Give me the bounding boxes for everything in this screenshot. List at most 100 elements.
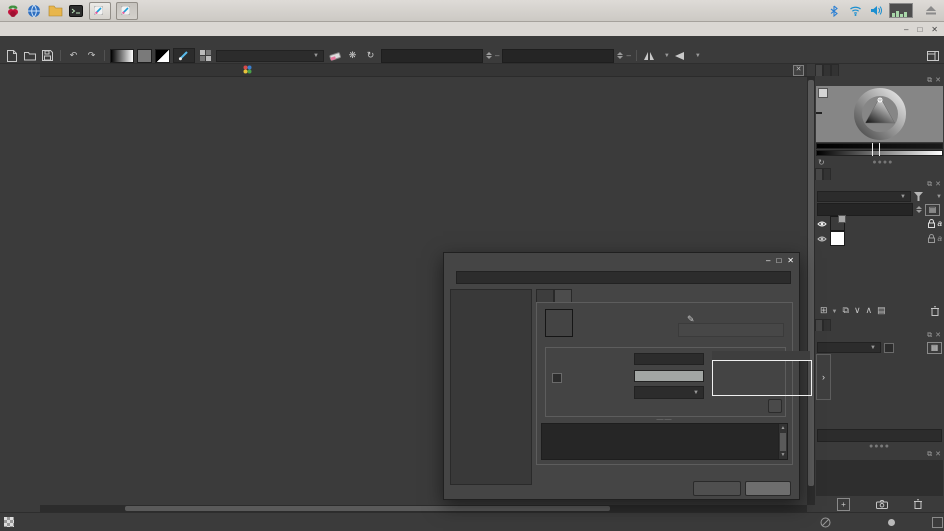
val-input[interactable] bbox=[634, 370, 704, 382]
layer-opacity-spinner[interactable] bbox=[916, 206, 922, 213]
display-mode-icon[interactable]: ▦ bbox=[927, 342, 942, 354]
taskbar-window-dialog[interactable] bbox=[116, 2, 138, 20]
type-simplex-noise[interactable] bbox=[451, 334, 531, 345]
maximize-button[interactable]: □ bbox=[917, 25, 922, 34]
dialog-minimize-button[interactable]: – bbox=[766, 256, 770, 265]
vertical-scrollbar-thumb[interactable] bbox=[808, 80, 814, 486]
shade-slider-handle[interactable] bbox=[816, 112, 822, 114]
redo-button[interactable]: ↷ bbox=[84, 49, 99, 62]
color-selector-widget[interactable] bbox=[816, 86, 943, 142]
cpu-monitor[interactable] bbox=[889, 3, 913, 18]
script-scrollbar-thumb[interactable] bbox=[780, 433, 786, 451]
type-pattern[interactable] bbox=[451, 301, 531, 312]
type-screentone[interactable] bbox=[451, 312, 531, 323]
float-docker-icon[interactable]: ⧉ bbox=[927, 331, 932, 341]
cancel-button[interactable] bbox=[693, 481, 741, 496]
blend-mode-select[interactable]: ▼ bbox=[216, 50, 324, 62]
script-editor[interactable]: ▲ ▼ bbox=[541, 423, 788, 460]
undo-button[interactable]: ↶ bbox=[66, 49, 81, 62]
refresh-icon[interactable]: ↻ bbox=[818, 158, 825, 167]
gradient-marker-strip[interactable] bbox=[712, 351, 810, 360]
notifications-icon[interactable] bbox=[820, 517, 831, 528]
close-docker-icon[interactable]: ✕ bbox=[935, 180, 941, 190]
size-spinner[interactable] bbox=[617, 52, 623, 59]
gradient-chooser[interactable] bbox=[110, 49, 134, 63]
eraser-mode-button[interactable] bbox=[327, 49, 342, 62]
tab-channels[interactable] bbox=[823, 168, 831, 180]
create-snapshot-button[interactable]: + bbox=[837, 498, 850, 511]
opacity-slider[interactable] bbox=[381, 49, 483, 63]
tab-tool-options[interactable] bbox=[823, 64, 831, 76]
variable-checkbox[interactable] bbox=[552, 373, 562, 383]
gradient-editor-bar[interactable] bbox=[712, 360, 812, 396]
brush-search-input[interactable] bbox=[817, 429, 942, 442]
horizontal-scrollbar[interactable] bbox=[40, 505, 807, 512]
visibility-eye-icon[interactable] bbox=[817, 220, 827, 228]
slider-handle[interactable] bbox=[872, 143, 880, 156]
file-manager-icon[interactable] bbox=[47, 3, 63, 19]
horizontal-scrollbar-thumb[interactable] bbox=[125, 506, 610, 511]
minimize-button[interactable]: – bbox=[904, 25, 908, 34]
tab-options[interactable] bbox=[554, 289, 572, 302]
visibility-eye-icon[interactable] bbox=[817, 235, 827, 243]
tag-checkbox[interactable] bbox=[884, 343, 894, 353]
brush-tag-filter-select[interactable]: ▼ bbox=[817, 342, 881, 353]
bluetooth-icon[interactable] bbox=[826, 3, 842, 19]
chevron-down-icon[interactable]: ▼ bbox=[660, 53, 670, 59]
tab-layers[interactable] bbox=[815, 168, 823, 180]
add-variable-button[interactable] bbox=[768, 399, 782, 413]
fg-bg-color-chooser[interactable] bbox=[155, 49, 170, 63]
brush-presets-button[interactable] bbox=[198, 49, 213, 62]
size-decrement[interactable]: – bbox=[626, 51, 630, 60]
tab-script[interactable] bbox=[536, 289, 554, 302]
delete-snapshot-trash-icon[interactable] bbox=[914, 499, 922, 509]
mirror-vertical-button[interactable] bbox=[673, 49, 688, 62]
web-browser-icon[interactable] bbox=[26, 3, 42, 19]
filter-funnel-icon[interactable] bbox=[914, 192, 923, 201]
raspberry-menu-icon[interactable] bbox=[5, 3, 21, 19]
workspace-chooser-button[interactable] bbox=[925, 49, 940, 62]
color-history-button[interactable] bbox=[818, 88, 828, 98]
duplicate-layer-button[interactable]: ⧉ bbox=[843, 305, 849, 316]
tab-overview[interactable] bbox=[831, 64, 839, 76]
gear-icon[interactable]: ❋ bbox=[345, 49, 360, 62]
lock-icon[interactable] bbox=[928, 234, 935, 243]
move-layer-up-button[interactable]: ∧ bbox=[866, 305, 873, 316]
splitter-handle[interactable]: ●●●● bbox=[815, 443, 944, 450]
alpha-lock-icon[interactable]: a bbox=[938, 219, 942, 228]
close-docker-icon[interactable]: ✕ bbox=[935, 76, 941, 86]
float-docker-icon[interactable]: ⧉ bbox=[927, 76, 932, 86]
script-scrollbar[interactable]: ▲ ▼ bbox=[778, 424, 787, 459]
chevron-down-icon[interactable]: ▼ bbox=[691, 53, 701, 59]
type-seexpr[interactable] bbox=[451, 323, 531, 334]
opacity-decrement[interactable]: – bbox=[495, 51, 499, 60]
layer-row-background[interactable]: a bbox=[815, 231, 944, 246]
layer-row-layer1[interactable]: a bbox=[815, 216, 944, 231]
volume-icon[interactable] bbox=[868, 3, 884, 19]
wifi-icon[interactable] bbox=[847, 3, 863, 19]
terminal-icon[interactable] bbox=[68, 3, 84, 19]
tab-brush-preset-history[interactable] bbox=[823, 319, 831, 331]
snapshot-list[interactable] bbox=[816, 460, 943, 496]
chevron-down-icon[interactable]: ▼ bbox=[932, 194, 942, 200]
type-color[interactable] bbox=[451, 290, 531, 301]
float-docker-icon[interactable]: ⧉ bbox=[927, 180, 932, 190]
size-slider[interactable] bbox=[502, 49, 614, 63]
eject-icon[interactable] bbox=[923, 3, 939, 19]
new-document-button[interactable] bbox=[4, 49, 19, 62]
opacity-spinner[interactable] bbox=[486, 52, 492, 59]
alpha-lock-icon[interactable]: a bbox=[938, 234, 942, 243]
mirror-horizontal-button[interactable] bbox=[642, 49, 657, 62]
tab-brush-presets[interactable] bbox=[815, 319, 823, 331]
script-text[interactable] bbox=[542, 424, 787, 428]
layer-opacity-slider[interactable] bbox=[817, 203, 913, 216]
dialog-close-button[interactable]: ✕ bbox=[787, 256, 794, 265]
document-close-icon[interactable]: ✕ bbox=[793, 65, 804, 76]
taskbar-window-krita[interactable] bbox=[89, 2, 111, 20]
layer-thumbnail[interactable] bbox=[830, 231, 845, 246]
layer-thumbnail[interactable] bbox=[830, 216, 845, 231]
delete-layer-trash-icon[interactable] bbox=[931, 306, 939, 316]
hue-ring-triangle[interactable] bbox=[853, 87, 907, 141]
pos-input[interactable] bbox=[634, 353, 704, 365]
open-document-button[interactable] bbox=[22, 49, 37, 62]
